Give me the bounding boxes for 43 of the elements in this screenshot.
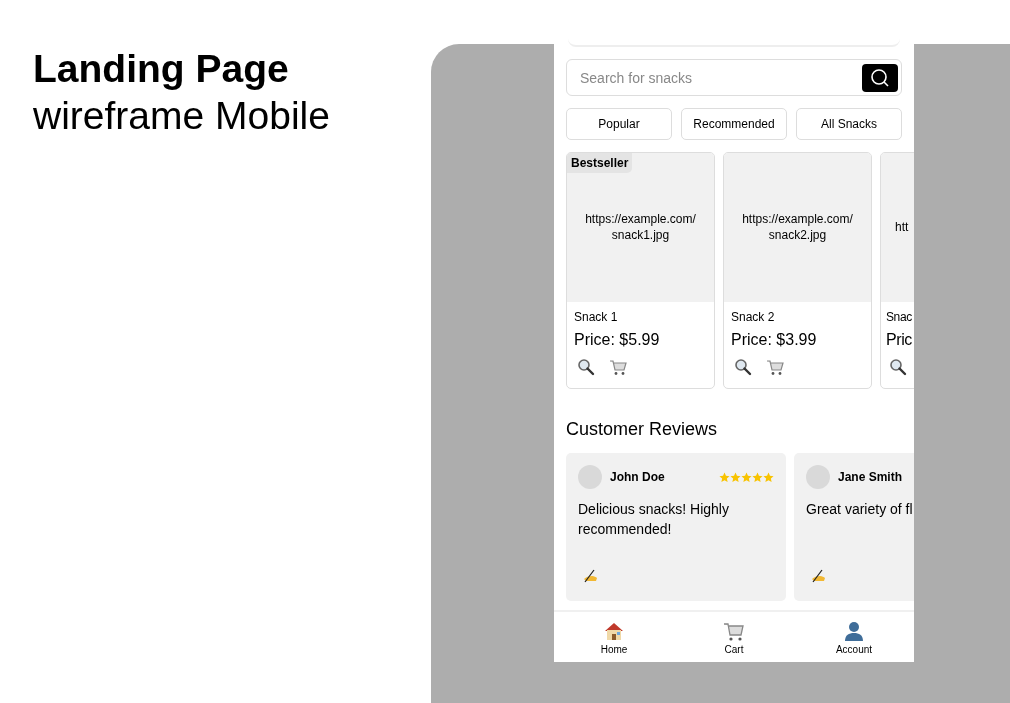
product-price: Price: $3.99 [731, 331, 818, 349]
star-icon [719, 471, 730, 483]
image-url: https://example.com/ snack2.jpg [741, 210, 854, 243]
search-input[interactable]: Search for snacks [578, 68, 862, 87]
product-name: Snac [886, 310, 913, 324]
filter-chip[interactable]: All Snacks [796, 108, 902, 140]
star-icon [752, 471, 763, 483]
review-text: Great variety of fl [806, 500, 914, 519]
avatar [806, 465, 830, 489]
star-icon [763, 471, 774, 483]
nav-item[interactable]: Home [554, 612, 674, 662]
product-price: Price: $5.99 [574, 331, 661, 349]
magnifier-icon[interactable] [577, 358, 595, 376]
product-card[interactable]: htt Snac Pric [880, 152, 914, 389]
search-field[interactable]: Search for snacks [566, 59, 902, 96]
filter-chip[interactable]: Popular [566, 108, 672, 140]
product-name: Snack 2 [731, 310, 776, 324]
cart-icon[interactable] [766, 358, 784, 376]
bestseller-badge: Bestseller [567, 153, 633, 173]
search-button[interactable] [862, 63, 898, 92]
product-name: Snack 1 [574, 310, 619, 324]
search-icon [870, 67, 890, 88]
product-card[interactable]: https://example.com/ snack2.jpg Snack 2 Price: $3.99 [723, 152, 872, 389]
review-text: Delicious snacks! Highly recommended! [578, 500, 730, 539]
magnifier-icon[interactable] [889, 358, 907, 376]
product-card[interactable]: Bestseller https://example.com/ snack1.jpg Snack 1 Price: $5.99 [566, 152, 715, 389]
cart-icon[interactable] [609, 358, 627, 376]
reviewer-name: John Doe [610, 470, 666, 484]
product-price: Pric [886, 331, 913, 349]
nav-item[interactable]: Account [794, 612, 914, 662]
star-icon [741, 471, 752, 483]
magnifier-icon[interactable] [734, 358, 752, 376]
person-icon [843, 619, 865, 642]
filter-chip[interactable]: Recommended [681, 108, 787, 140]
reviewer-name: Jane Smith [838, 470, 904, 484]
page-subtitle: wireframe Mobile [33, 93, 330, 139]
image-url: https://example.com/ snack1.jpg [584, 210, 697, 243]
image-url: htt [895, 218, 909, 235]
page-title: Landing Page [33, 46, 290, 92]
avatar [578, 465, 602, 489]
nav-item[interactable]: Cart [674, 612, 794, 662]
star-icon [730, 471, 741, 483]
section-title: Customer Reviews [566, 419, 719, 440]
